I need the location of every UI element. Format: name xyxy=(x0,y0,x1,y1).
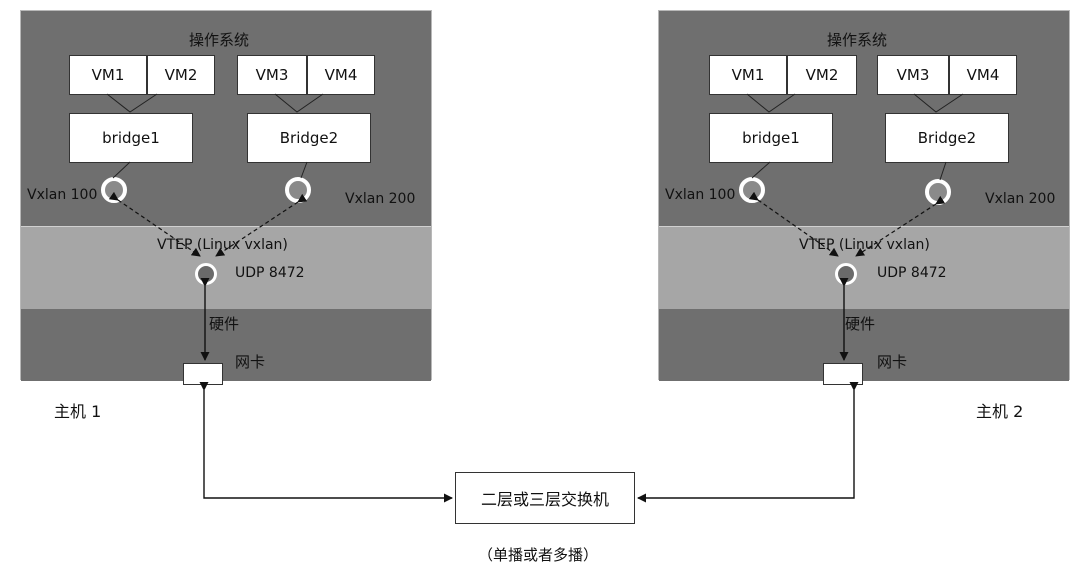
vm-bridge-links-host1 xyxy=(106,93,324,179)
connector-overlay xyxy=(106,93,964,503)
vm-bridge-links-host2 xyxy=(746,93,964,181)
